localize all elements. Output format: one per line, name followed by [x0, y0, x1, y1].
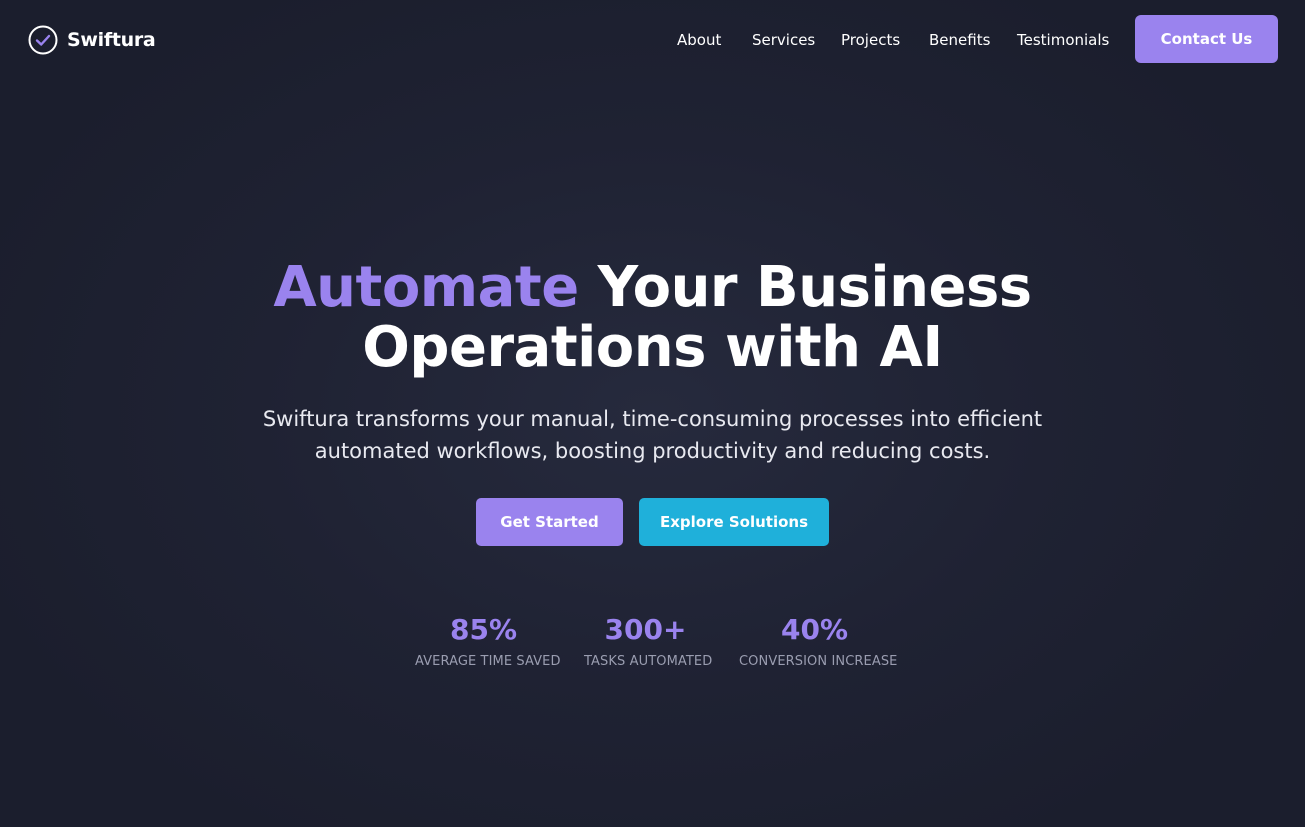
nav-link-benefits[interactable]: Benefits [929, 29, 990, 51]
stat-value: 40% [780, 613, 849, 646]
hero-title-line1: Your Business [578, 255, 1032, 320]
nav-link-about[interactable]: About [677, 29, 721, 51]
nav-link-testimonials[interactable]: Testimonials [1017, 29, 1109, 51]
stat-tasks-automated: 300+ TASKS AUTOMATED [584, 612, 713, 670]
stat-time-saved: 85% AVERAGE TIME SAVED [415, 612, 561, 670]
stat-value: 85% [449, 613, 518, 646]
hero-title: Automate Your Business Operations with A… [0, 258, 1305, 378]
contact-us-button[interactable]: Contact Us [1135, 15, 1278, 63]
get-started-button[interactable]: Get Started [476, 498, 623, 546]
main-nav: About Services Projects Benefits Testimo… [0, 29, 1305, 51]
nav-link-projects[interactable]: Projects [841, 29, 900, 51]
stat-conversion-increase: 40% CONVERSION INCREASE [739, 612, 898, 670]
site-header: Swiftura About Services Projects Benefit… [0, 0, 1305, 80]
nav-link-services[interactable]: Services [752, 29, 815, 51]
hero-title-line2: Operations with AI [362, 315, 943, 380]
hero-subtitle-line2: automated workflows, boosting productivi… [314, 439, 991, 463]
stat-value: 300+ [604, 613, 687, 646]
explore-solutions-button[interactable]: Explore Solutions [639, 498, 829, 546]
stat-label: CONVERSION INCREASE [739, 654, 898, 669]
hero-title-accent: Automate [273, 255, 579, 320]
stat-label: AVERAGE TIME SAVED [415, 654, 561, 669]
hero-subtitle: Swiftura transforms your manual, time-co… [252, 403, 1053, 467]
stat-label: TASKS AUTOMATED [584, 654, 713, 669]
hero-subtitle-line1: Swiftura transforms your manual, time-co… [262, 407, 1043, 431]
